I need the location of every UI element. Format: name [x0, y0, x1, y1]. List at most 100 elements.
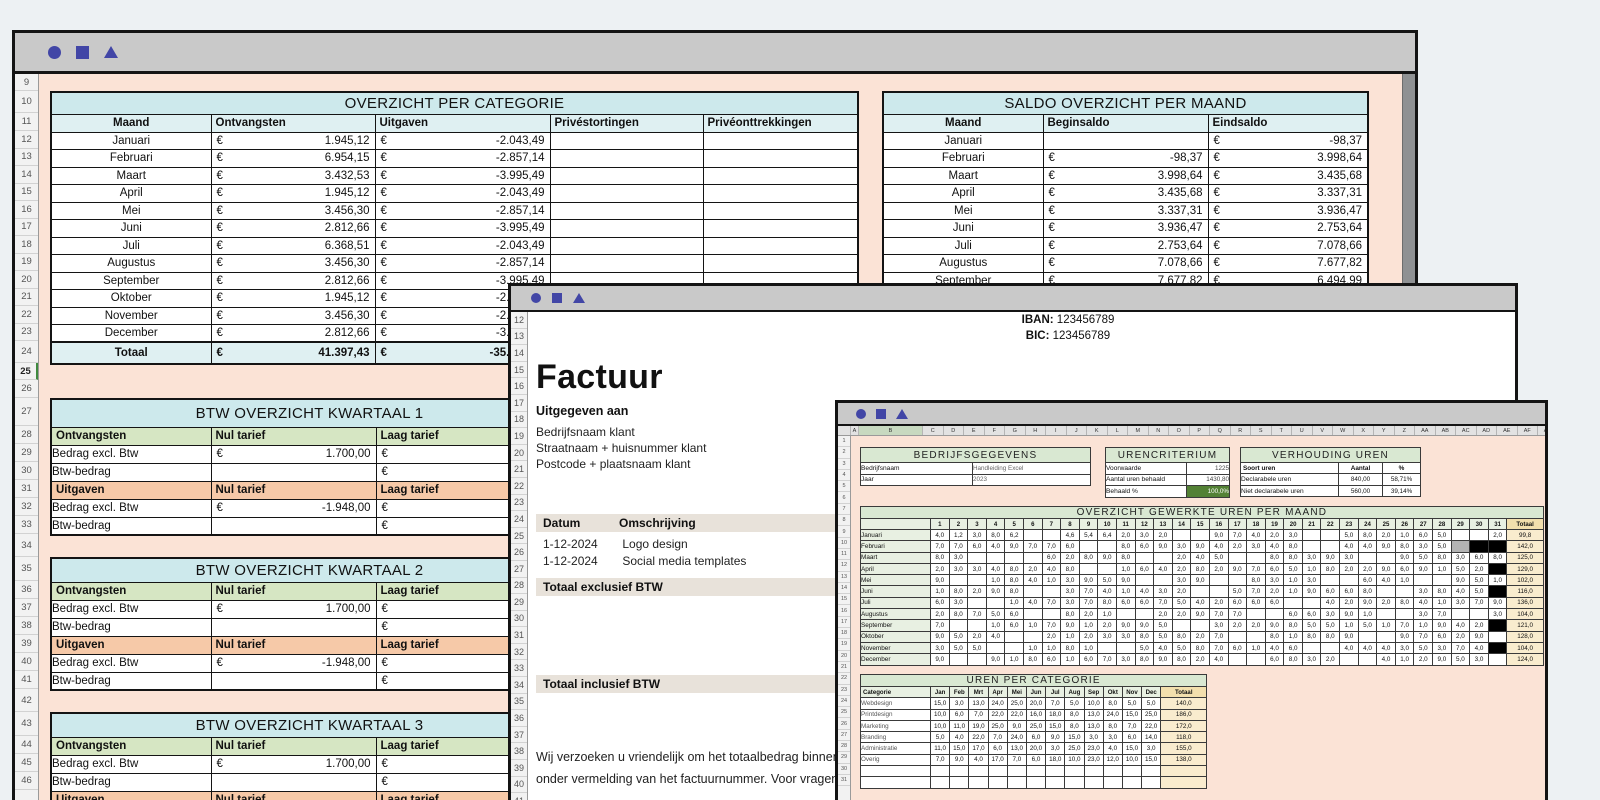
row-number[interactable]: 11	[15, 113, 38, 131]
column-header[interactable]: Maand	[883, 114, 1043, 132]
category-total[interactable]: 172,0	[1161, 720, 1207, 731]
empty-cell[interactable]	[969, 777, 988, 788]
value-cell[interactable]: 22,0	[969, 732, 988, 743]
money-cell[interactable]: €3.432,53	[211, 167, 375, 185]
day-cell[interactable]: 1,0	[1098, 609, 1117, 620]
day-cell[interactable]: 3,0	[1451, 552, 1470, 563]
day-cell[interactable]	[968, 597, 987, 608]
day-header[interactable]: 15	[1191, 519, 1210, 530]
row-number[interactable]: 27	[511, 561, 527, 578]
day-cell[interactable]: 2,0	[1228, 620, 1247, 631]
day-cell[interactable]: 2,0	[1172, 609, 1191, 620]
money-cell[interactable]: €6.368,51	[211, 237, 375, 255]
value-cell[interactable]: 13,0	[1084, 720, 1103, 731]
money-cell[interactable]: €2.812,66	[211, 325, 375, 343]
day-cell[interactable]	[968, 620, 987, 631]
money-cell[interactable]: €-2.857,14	[375, 255, 550, 273]
value-cell[interactable]: 6,0	[1026, 732, 1045, 743]
value-cell[interactable]: 6,0	[950, 709, 969, 720]
value-cell[interactable]: 15,0	[1046, 720, 1065, 731]
day-cell[interactable]: 4,0	[1191, 552, 1210, 563]
money-cell[interactable]: €1.700,00	[211, 755, 376, 773]
column-letter[interactable]: L	[1108, 426, 1129, 435]
day-cell[interactable]: 2,0	[1172, 552, 1191, 563]
value-cell[interactable]: 14,0	[1142, 732, 1161, 743]
column-letter[interactable]: R	[1231, 426, 1252, 435]
month-cell[interactable]: Februari	[883, 150, 1043, 168]
day-cell[interactable]: 1,0	[1395, 654, 1414, 665]
month-name[interactable]: December	[861, 654, 931, 665]
day-cell[interactable]	[1247, 654, 1266, 665]
day-cell[interactable]: 7,0	[1209, 609, 1228, 620]
month-cell[interactable]: Juli	[51, 237, 211, 255]
value-cell[interactable]: 15,0	[1142, 754, 1161, 765]
row-number[interactable]: 37	[511, 727, 527, 744]
day-cell[interactable]: 6,0	[1265, 597, 1284, 608]
day-cell[interactable]: 4,0	[1451, 586, 1470, 597]
day-cell[interactable]	[1302, 541, 1321, 552]
row-number[interactable]: 8	[838, 515, 850, 526]
day-cell[interactable]: 5,0	[1340, 530, 1359, 541]
row-number[interactable]: 19	[838, 639, 850, 650]
day-cell[interactable]: 6,0	[1135, 597, 1154, 608]
day-cell[interactable]: 8,0	[1191, 642, 1210, 653]
day-cell[interactable]: 3,0	[1061, 575, 1080, 586]
day-cell[interactable]	[1228, 654, 1247, 665]
day-cell[interactable]: 8,0	[1005, 575, 1024, 586]
day-cell[interactable]: 6,0	[1228, 597, 1247, 608]
day-cell[interactable]	[1042, 609, 1061, 620]
month-total[interactable]: 99,8	[1507, 530, 1543, 541]
day-cell[interactable]: 8,0	[1061, 642, 1080, 653]
value-cell[interactable]: 23,0	[1084, 754, 1103, 765]
day-cell[interactable]: 2,0	[1172, 586, 1191, 597]
day-cell[interactable]	[1154, 552, 1173, 563]
day-header[interactable]: 4	[986, 519, 1005, 530]
column-letter[interactable]: J	[1067, 426, 1088, 435]
day-cell[interactable]: 8,0	[1284, 552, 1303, 563]
value-cell[interactable]: 13,0	[1084, 709, 1103, 720]
day-cell[interactable]: 8,0	[1098, 597, 1117, 608]
day-cell[interactable]	[1377, 631, 1396, 642]
money-cell[interactable]: €3.998,64	[1043, 167, 1208, 185]
day-cell[interactable]: 6,0	[1302, 609, 1321, 620]
day-cell[interactable]	[1340, 575, 1359, 586]
empty-cell[interactable]	[1122, 766, 1141, 777]
column-header[interactable]: Privéonttrekkingen	[703, 114, 858, 132]
row-number[interactable]: 31	[511, 627, 527, 644]
value-cell[interactable]: 6,0	[1026, 754, 1045, 765]
value-cell[interactable]: 22,0	[1007, 709, 1026, 720]
value-cell[interactable]: 17,0	[969, 743, 988, 754]
day-cell[interactable]: 9,0	[1228, 563, 1247, 574]
day-cell[interactable]	[1340, 654, 1359, 665]
value-cell[interactable]: Handleiding Excel	[973, 463, 1091, 475]
day-cell[interactable]: 5,0	[1321, 620, 1340, 631]
column-letter[interactable]: S	[1251, 426, 1272, 435]
column-letter[interactable]: AA	[1415, 426, 1436, 435]
day-cell[interactable]: 6,0	[1395, 563, 1414, 574]
day-cell[interactable]: 1,0	[1433, 563, 1452, 574]
row-number[interactable]: 38	[15, 617, 38, 635]
day-cell[interactable]: 2,0	[968, 586, 987, 597]
day-cell[interactable]: 4,6	[1061, 530, 1080, 541]
row-number[interactable]: 24	[15, 341, 38, 363]
day-cell[interactable]: 6,0	[1228, 642, 1247, 653]
day-cell[interactable]: 9,0	[1005, 541, 1024, 552]
money-cell[interactable]: €2.753,64	[1208, 220, 1368, 238]
row-number[interactable]: 34	[511, 677, 527, 694]
column-header[interactable]: Mrt	[969, 687, 988, 698]
row-number[interactable]: 31	[15, 480, 38, 498]
day-cell[interactable]	[1098, 642, 1117, 653]
month-total[interactable]: 125,0	[1507, 552, 1543, 563]
column-letter[interactable]: Z	[1395, 426, 1416, 435]
money-cell[interactable]	[703, 202, 858, 220]
money-cell[interactable]: €3.435,68	[1208, 167, 1368, 185]
money-cell[interactable]: €1.945,12	[211, 185, 375, 203]
day-cell[interactable]: 9,0	[1377, 541, 1396, 552]
day-cell[interactable]: 1,0	[1284, 575, 1303, 586]
day-cell[interactable]: 4,0	[1247, 530, 1266, 541]
row-number[interactable]: 35	[511, 694, 527, 711]
day-cell[interactable]: 4,0	[1265, 541, 1284, 552]
day-cell[interactable]	[949, 575, 968, 586]
money-cell[interactable]: €-2.043,49	[375, 185, 550, 203]
value-cell[interactable]: 25,0	[1065, 743, 1084, 754]
